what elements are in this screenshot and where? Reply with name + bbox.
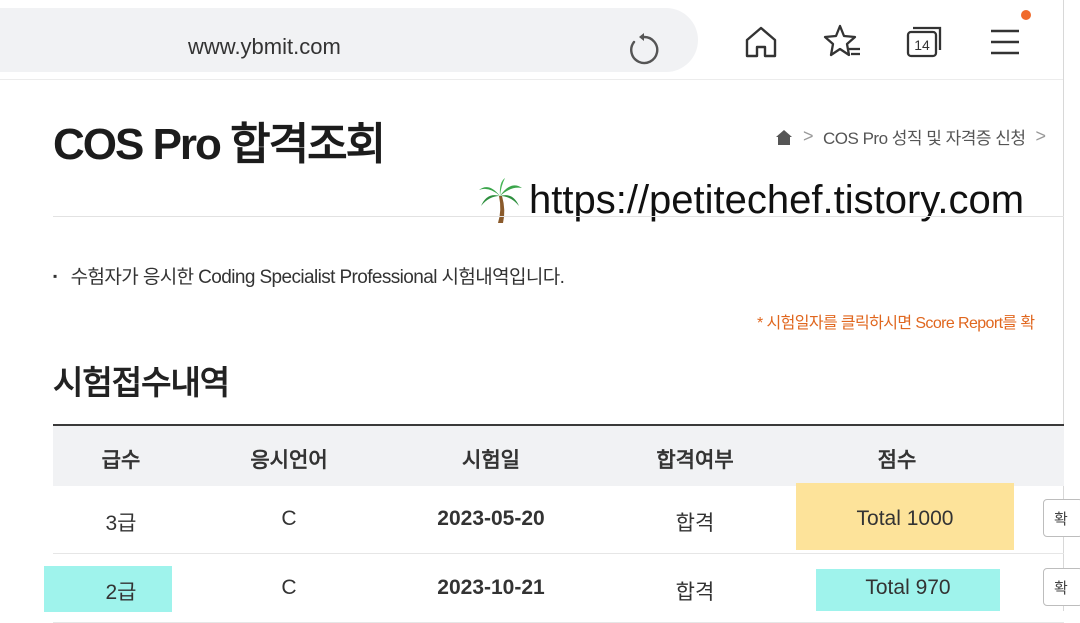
address-bar[interactable]: www.ybmit.com (0, 8, 698, 72)
header-score: 점수 (877, 449, 917, 472)
notification-dot (1021, 10, 1031, 20)
cell-date-link[interactable]: 2023-05-20 (389, 507, 593, 531)
cell-level: 2급 (105, 581, 137, 604)
cell-language: C (281, 576, 297, 599)
tabs-icon[interactable]: 14 (904, 22, 944, 62)
cell-result: 합격 (675, 512, 715, 535)
cell-result: 합격 (675, 581, 715, 604)
favorites-star-icon[interactable] (822, 22, 862, 62)
header-date: 시험일 (462, 449, 520, 472)
notice-text: 수험자가 응시한 Coding Specialist Professional … (70, 267, 565, 288)
title-divider (53, 216, 1064, 217)
page-title: COS Pro 합격조회 (53, 120, 386, 169)
section-title: 시험접수내역 (53, 364, 230, 401)
notice-line: ▪ 수험자가 응시한 Coding Specialist Professional… (53, 262, 565, 289)
breadcrumb-item[interactable]: COS Pro 성직 및 자격증 신청 (823, 124, 1026, 149)
breadcrumb: > COS Pro 성직 및 자격증 신청 > (775, 124, 1046, 149)
tab-count: 14 (914, 37, 930, 53)
confirm-button[interactable]: 확 (1043, 568, 1080, 606)
cell-score: Total 1000 (856, 507, 954, 530)
reload-icon[interactable] (626, 32, 662, 68)
cell-score: Total 970 (865, 576, 951, 599)
cell-level: 3급 (105, 512, 137, 535)
cell-language: C (281, 507, 297, 530)
url-text[interactable]: www.ybmit.com (188, 34, 341, 60)
header-language: 응시언어 (250, 449, 328, 472)
cell-date-link[interactable]: 2023-10-21 (389, 576, 593, 600)
confirm-button[interactable]: 확 (1043, 499, 1080, 537)
table-row: 3급 C 2023-05-20 합격 Total 1000 (53, 483, 1064, 554)
breadcrumb-home-icon[interactable] (775, 128, 793, 146)
bullet: ▪ (53, 269, 57, 283)
breadcrumb-separator: > (1035, 126, 1047, 146)
table-row: 2급 C 2023-10-21 합격 Total 970 (44, 554, 1064, 623)
menu-icon[interactable] (985, 22, 1025, 62)
home-icon[interactable] (741, 22, 781, 62)
header-level: 급수 (101, 449, 141, 472)
breadcrumb-separator: > (803, 126, 814, 146)
header-result: 합격여부 (656, 449, 734, 472)
table-header: 급수 응시언어 시험일 합격여부 점수 (53, 424, 1064, 486)
score-report-note: * 시험일자를 클릭하시면 Score Report를 확 (757, 315, 1035, 332)
toolbar-divider (0, 79, 1064, 80)
